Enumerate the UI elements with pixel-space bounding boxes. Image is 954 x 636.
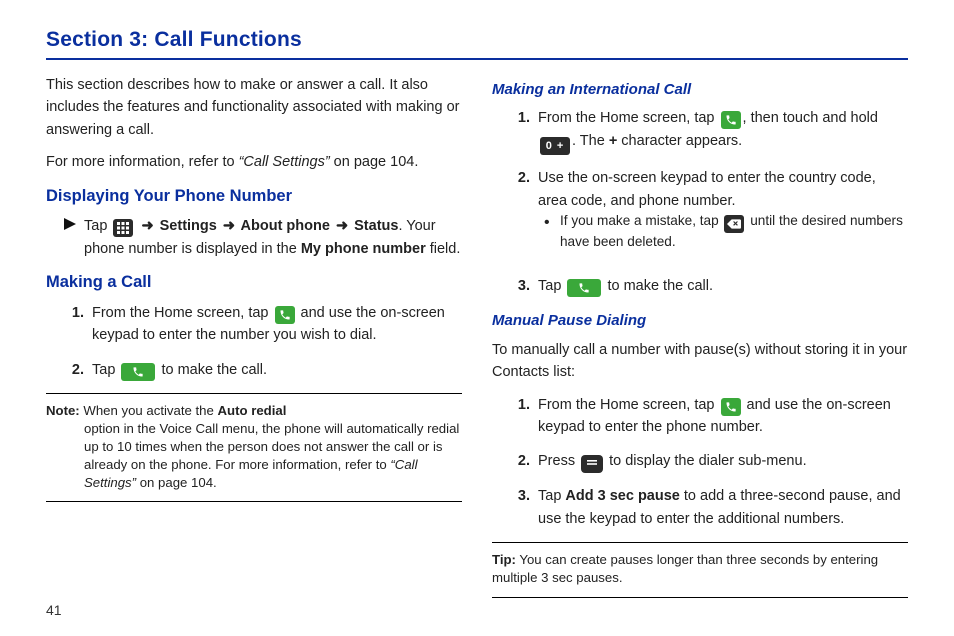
text: From the Home screen, tap (538, 397, 719, 413)
breadcrumb-arrow: ➜ (141, 218, 153, 234)
section-title: Section 3: Call Functions (46, 28, 908, 52)
list-item: 1. From the Home screen, tap and use the… (46, 302, 462, 347)
tip-box: Tip: You can create pauses longer than t… (492, 551, 908, 593)
phone-icon (721, 111, 741, 129)
text: Use the on-screen keypad to enter the co… (538, 170, 876, 208)
breadcrumb-arrow: ➜ (223, 218, 235, 234)
text: Press (538, 453, 579, 469)
step-number: 2. (492, 167, 538, 263)
list-item: 1. From the Home screen, tap , then touc… (492, 107, 908, 155)
tip-rule-bottom (492, 597, 908, 598)
field-label: My phone number (301, 241, 426, 257)
step-number: 3. (492, 275, 538, 297)
column-right: Making an International Call 1. From the… (492, 74, 908, 606)
backspace-icon (724, 215, 744, 233)
text: , then touch and hold (743, 110, 878, 126)
text: If you make a mistake, tap (560, 213, 722, 228)
text: field. (426, 241, 461, 257)
list-item: 2. Use the on-screen keypad to enter the… (492, 167, 908, 263)
list-item: 2. Press to display the dialer sub-menu. (492, 450, 908, 473)
tip-rule-top (492, 542, 908, 543)
plus-character: + (609, 133, 617, 149)
bullet-dot-icon: • (544, 212, 560, 251)
text: Tap (84, 218, 111, 234)
pause-steps: 1. From the Home screen, tap and use the… (492, 394, 908, 531)
making-call-steps: 1. From the Home screen, tap and use the… (46, 302, 462, 381)
phone-icon (721, 398, 741, 416)
step-number: 1. (492, 107, 538, 155)
menu-icon (581, 455, 603, 473)
note-rule-bottom (46, 501, 462, 502)
breadcrumb-settings: Settings (156, 218, 221, 234)
page-number: 41 (46, 602, 62, 618)
note-box: Note: When you activate the Auto redial … (46, 402, 462, 497)
crossref-link: “Call Settings” (239, 154, 330, 170)
pause-intro: To manually call a number with pause(s) … (492, 339, 908, 384)
tip-label: Tip: (492, 552, 516, 567)
text: From the Home screen, tap (538, 110, 719, 126)
page: Section 3: Call Functions This section d… (0, 0, 954, 636)
list-item: 3. Tap to make the call. (492, 275, 908, 297)
breadcrumb-about: About phone (237, 218, 334, 234)
text: . The (572, 133, 609, 149)
heading-intl-call: Making an International Call (492, 78, 908, 101)
phone-call-icon (567, 279, 601, 297)
crossref-suffix: on page 104. (330, 154, 419, 170)
text: Tap (538, 278, 565, 294)
crossref-prefix: For more information, refer to (46, 154, 239, 170)
breadcrumb-arrow: ➜ (336, 218, 348, 234)
display-number-step: Tap ➜ Settings ➜ About phone ➜ Status. Y… (64, 215, 462, 260)
text: You can create pauses longer than three … (492, 552, 878, 585)
list-item: 2. Tap to make the call. (46, 359, 462, 381)
phone-icon (275, 306, 295, 324)
text: When you activate the (80, 403, 218, 418)
text: to display the dialer sub-menu. (605, 453, 807, 469)
two-column-layout: This section describes how to make or an… (46, 74, 908, 606)
list-item: 3. Tap Add 3 sec pause to add a three-se… (492, 485, 908, 530)
section-rule (46, 58, 908, 60)
phone-call-icon (121, 363, 155, 381)
column-left: This section describes how to make or an… (46, 74, 462, 606)
text: to make the call. (157, 362, 267, 378)
step-number: 1. (492, 394, 538, 439)
note-rule-top (46, 393, 462, 394)
triangle-bullet-icon (64, 215, 84, 260)
text: on page 104. (136, 475, 217, 490)
apps-grid-icon (113, 219, 133, 237)
crossref-paragraph: For more information, refer to “Call Set… (46, 151, 462, 173)
intl-call-steps: 1. From the Home screen, tap , then touc… (492, 107, 908, 297)
text: From the Home screen, tap (92, 305, 273, 321)
text: character appears. (617, 133, 742, 149)
heading-making-call: Making a Call (46, 270, 462, 296)
note-label: Note: (46, 403, 80, 418)
step-number: 3. (492, 485, 538, 530)
heading-display-number: Displaying Your Phone Number (46, 184, 462, 210)
list-item: 1. From the Home screen, tap and use the… (492, 394, 908, 439)
add-pause-label: Add 3 sec pause (565, 488, 679, 504)
text: Tap (92, 362, 119, 378)
step-number: 2. (46, 359, 92, 381)
text: Tap (538, 488, 565, 504)
step-number: 1. (46, 302, 92, 347)
intro-paragraph: This section describes how to make or an… (46, 74, 462, 141)
sub-bullet: • If you make a mistake, tap until the d… (544, 212, 908, 251)
breadcrumb-status: Status (350, 218, 398, 234)
auto-redial-label: Auto redial (218, 403, 287, 418)
text: to make the call. (603, 278, 713, 294)
step-number: 2. (492, 450, 538, 473)
key-zero-plus-icon: 0 + (540, 137, 570, 155)
heading-pause-dialing: Manual Pause Dialing (492, 309, 908, 332)
